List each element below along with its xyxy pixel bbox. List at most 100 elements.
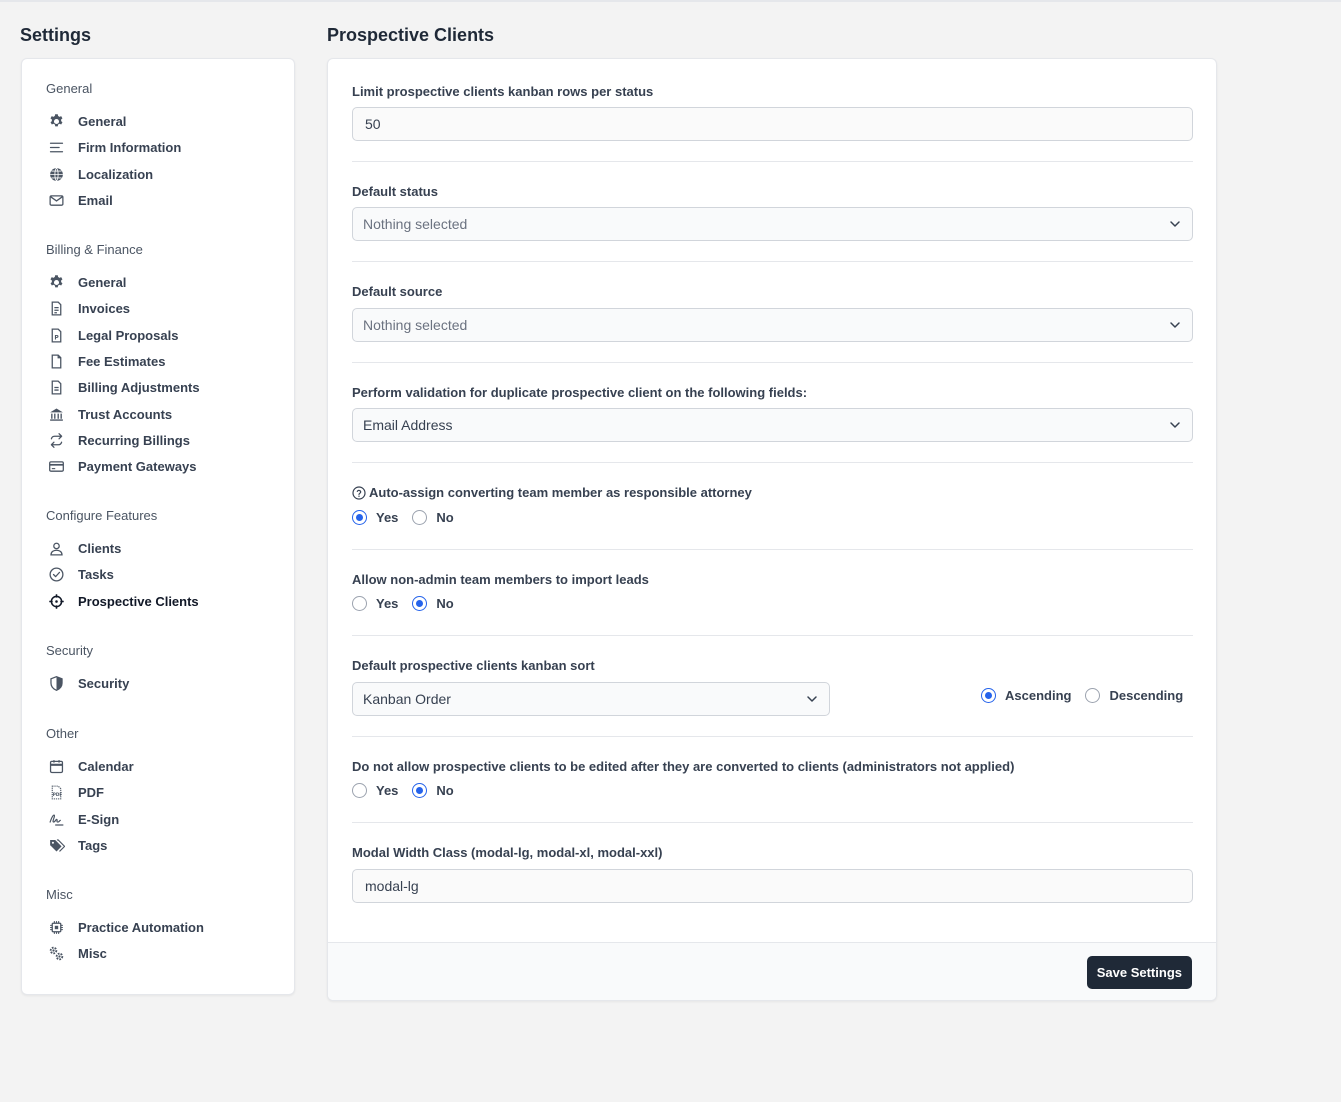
auto-assign-yes-radio[interactable]: [352, 510, 367, 525]
sidebar-item-fee-estimates[interactable]: Fee Estimates: [46, 350, 165, 372]
sidebar-section-title: Security: [46, 643, 93, 658]
gears-icon: [46, 943, 66, 963]
auto-assign-yes-label: Yes: [376, 510, 399, 525]
sidebar-item-firm-information[interactable]: Firm Information: [46, 136, 181, 158]
page-title: Settings: [20, 25, 92, 45]
check-circle-icon: [46, 564, 66, 584]
kanban-sort-select[interactable]: Kanban Order: [352, 682, 830, 716]
sidebar-item-label: Legal Proposals: [78, 327, 179, 343]
allow-import-no-label: No: [436, 596, 454, 611]
descending-radio[interactable]: [1085, 688, 1101, 703]
no-edit-radio-group: Yes No: [352, 783, 468, 798]
sidebar-section-title: Configure Features: [46, 508, 158, 523]
duplicate-validation-select[interactable]: Email Address: [352, 408, 1193, 442]
sidebar-item-label: Recurring Billings: [78, 432, 190, 448]
sidebar-item-legal-proposals[interactable]: P Legal Proposals: [46, 324, 178, 346]
no-edit-yes-option[interactable]: Yes: [352, 783, 398, 798]
gear-icon: [46, 272, 66, 292]
sidebar-item-label: Payment Gateways: [78, 458, 197, 474]
save-settings-button[interactable]: Save Settings: [1086, 956, 1192, 989]
no-edit-after-convert-label: Do not allow prospective clients to be e…: [352, 759, 1015, 774]
auto-assign-radio-group: Yes No: [352, 510, 468, 525]
allow-import-yes-radio[interactable]: [352, 596, 367, 611]
sidebar-item-trust-accounts[interactable]: Trust Accounts: [46, 403, 172, 425]
chevron-down-icon: [805, 692, 819, 706]
ascending-radio[interactable]: [981, 688, 996, 703]
auto-assign-yes-option[interactable]: Yes: [352, 510, 398, 525]
descending-label: Descending: [1109, 688, 1184, 703]
duplicate-validation-value: Email Address: [363, 417, 453, 433]
default-status-select[interactable]: Nothing selected: [352, 207, 1193, 241]
sidebar-item-label: Email: [78, 192, 113, 208]
chevron-down-icon: [1168, 217, 1182, 231]
sidebar-item-calendar[interactable]: Calendar: [46, 755, 134, 777]
divider: [352, 736, 1193, 737]
kanban-limit-label: Limit prospective clients kanban rows pe…: [352, 84, 654, 99]
question-circle-icon[interactable]: [352, 485, 366, 500]
sidebar-item-general[interactable]: General: [46, 271, 126, 293]
credit-card-icon: [46, 456, 66, 476]
sidebar-item-general[interactable]: General: [46, 110, 126, 132]
sidebar-item-label: E-Sign: [78, 811, 120, 827]
sidebar-section-title: Billing & Finance: [46, 242, 143, 257]
allow-import-label: Allow non-admin team members to import l…: [352, 572, 649, 587]
sidebar-item-email[interactable]: Email: [46, 189, 113, 211]
sidebar-item-label: Practice Automation: [78, 919, 204, 935]
sidebar-item-recurring-billings[interactable]: Recurring Billings: [46, 429, 190, 451]
kanban-limit-input[interactable]: [352, 107, 1193, 141]
sidebar-item-label: Fee Estimates: [78, 353, 166, 369]
shield-icon: [46, 673, 66, 693]
default-source-select[interactable]: Nothing selected: [352, 308, 1193, 342]
sidebar-item-practice-automation[interactable]: Practice Automation: [46, 916, 204, 938]
sidebar-section-title: Other: [46, 726, 79, 741]
auto-assign-label-row: Auto-assign converting team member as re…: [352, 485, 752, 500]
chevron-down-icon: [1168, 318, 1182, 332]
calendar-icon: [46, 756, 66, 776]
sidebar-item-pdf[interactable]: PDF PDF: [46, 781, 104, 803]
sidebar-item-tags[interactable]: Tags: [46, 834, 107, 856]
settings-card: Limit prospective clients kanban rows pe…: [327, 58, 1217, 1001]
default-source-label: Default source: [352, 284, 443, 299]
sidebar-item-tasks[interactable]: Tasks: [46, 563, 114, 585]
default-status-label: Default status: [352, 184, 438, 199]
modal-width-label: Modal Width Class (modal-lg, modal-xl, m…: [352, 845, 663, 860]
sidebar-item-label: Invoices: [78, 300, 131, 316]
sidebar-item-label: General: [78, 274, 127, 290]
sidebar-item-misc[interactable]: Misc: [46, 942, 107, 964]
chevron-down-icon: [1168, 418, 1182, 432]
modal-width-input[interactable]: [352, 869, 1193, 903]
proposal-icon: P: [46, 325, 66, 345]
pdf-icon: PDF: [46, 782, 66, 802]
no-edit-no-radio[interactable]: [412, 783, 428, 798]
document-icon: [46, 351, 66, 371]
auto-assign-no-radio[interactable]: [412, 510, 428, 525]
no-edit-no-option[interactable]: No: [412, 783, 454, 798]
divider: [352, 261, 1193, 262]
allow-import-yes-option[interactable]: Yes: [352, 596, 398, 611]
gear-icon: [46, 111, 66, 131]
ascending-option[interactable]: Ascending: [981, 688, 1071, 703]
divider: [352, 549, 1193, 550]
no-edit-no-label: No: [436, 783, 454, 798]
sidebar-item-localization[interactable]: Localization: [46, 163, 153, 185]
invoice-icon: [46, 298, 66, 318]
lines-icon: [46, 137, 66, 157]
default-status-value: Nothing selected: [363, 216, 468, 232]
auto-assign-no-option[interactable]: No: [412, 510, 454, 525]
sidebar-item-label: PDF: [78, 784, 104, 800]
sidebar-item-label: Billing Adjustments: [78, 379, 200, 395]
divider: [352, 362, 1193, 363]
allow-import-no-option[interactable]: No: [412, 596, 454, 611]
tags-icon: [46, 835, 66, 855]
sidebar-item-billing-adjustments[interactable]: Billing Adjustments: [46, 376, 200, 398]
sidebar-item-invoices[interactable]: Invoices: [46, 297, 130, 319]
descending-option[interactable]: Descending: [1085, 688, 1183, 703]
sidebar-item-clients[interactable]: Clients: [46, 537, 121, 559]
sidebar-item-security[interactable]: Security: [46, 672, 129, 694]
sidebar-item-payment-gateways[interactable]: Payment Gateways: [46, 455, 197, 477]
divider: [352, 635, 1193, 636]
sidebar-item-e-sign[interactable]: E-Sign: [46, 808, 119, 830]
sidebar-item-prospective-clients[interactable]: Prospective Clients: [46, 590, 199, 612]
allow-import-no-radio[interactable]: [412, 596, 428, 611]
no-edit-yes-radio[interactable]: [352, 783, 367, 798]
